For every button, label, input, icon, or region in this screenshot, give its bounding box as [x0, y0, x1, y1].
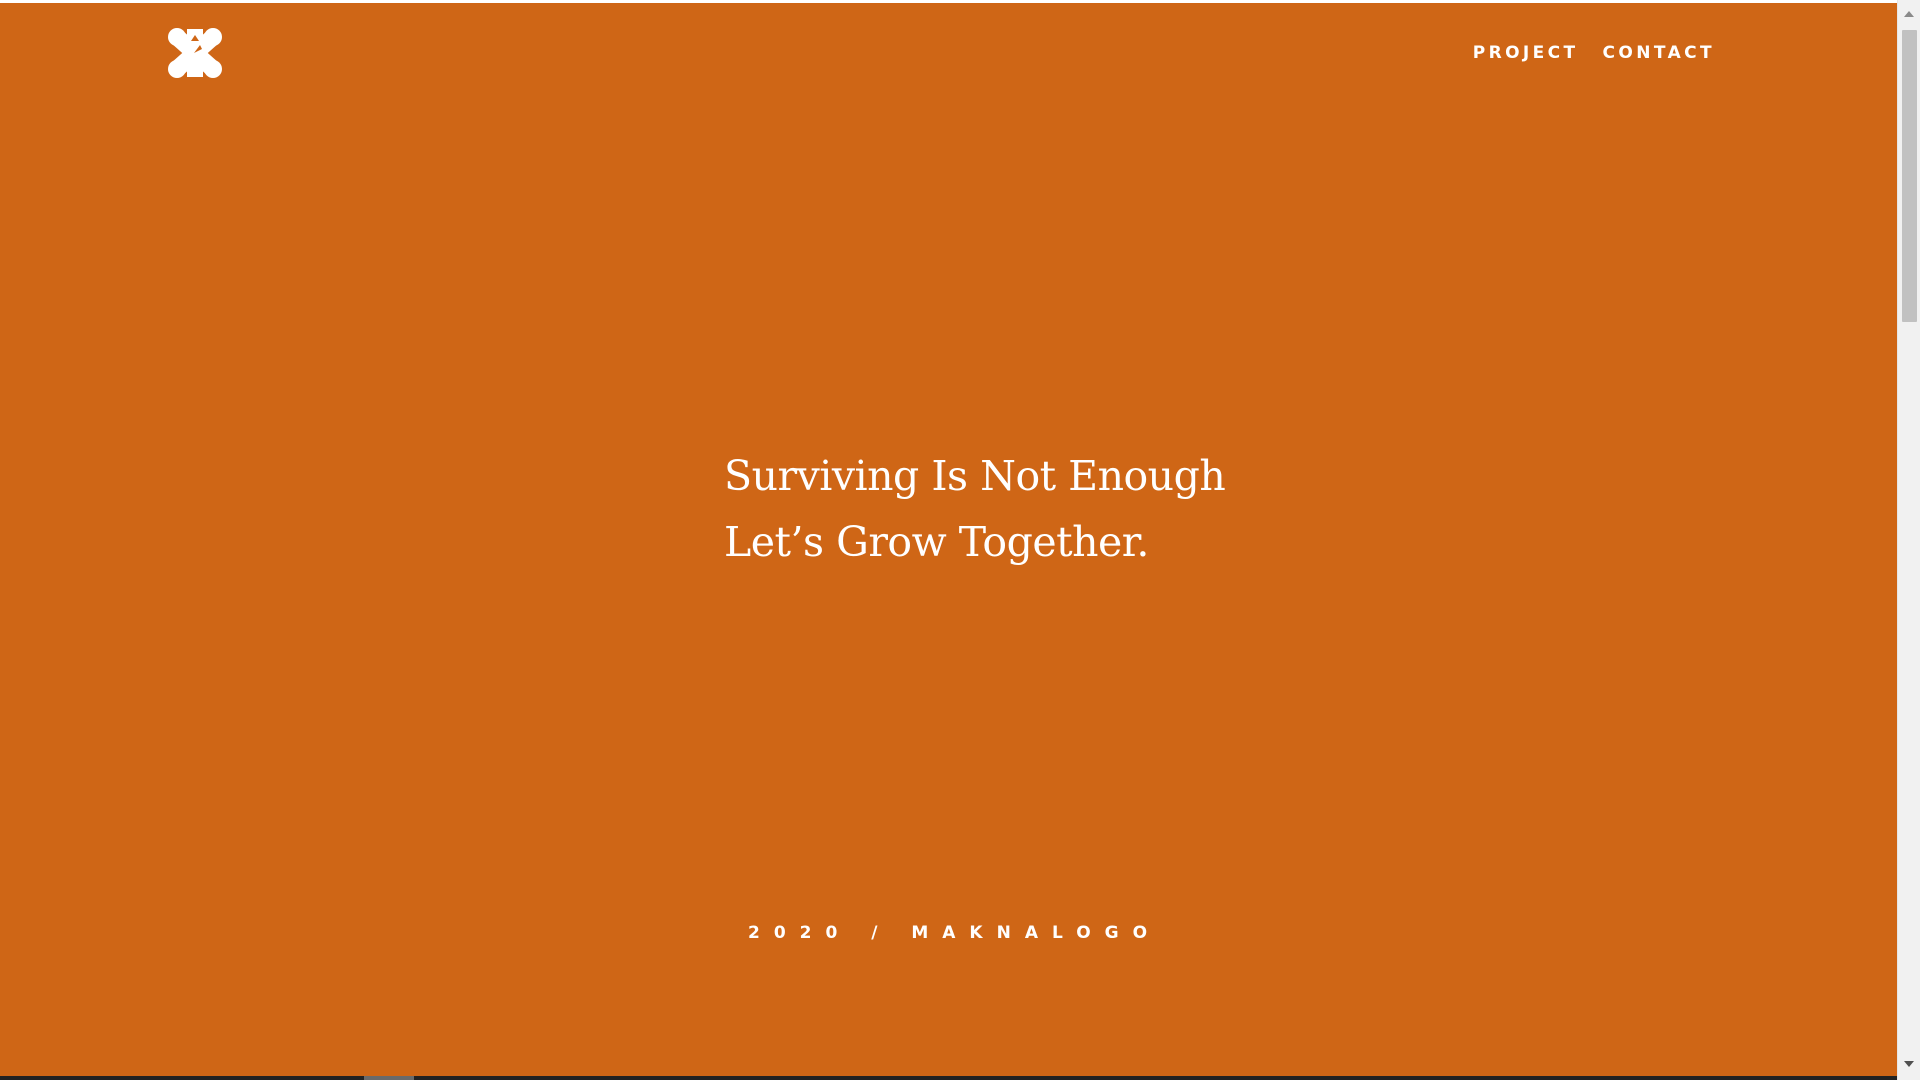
nav-link-contact[interactable]: CONTACT	[1603, 41, 1715, 65]
hero-line-2: Let’s Grow Together.	[724, 518, 1149, 566]
main-nav: PROJECT CONTACT	[1473, 41, 1715, 65]
arrow-up-icon	[1904, 11, 1914, 17]
site-logo[interactable]	[167, 27, 223, 79]
scroll-up-button[interactable]	[1898, 4, 1920, 24]
landing-page: PROJECT CONTACT Surviving Is Not Enough …	[0, 3, 1897, 1076]
hero-heading: Surviving Is Not Enough Let’s Grow Toget…	[724, 443, 1324, 575]
vertical-scrollbar[interactable]	[1897, 0, 1920, 1080]
browser-viewport: PROJECT CONTACT Surviving Is Not Enough …	[0, 0, 1920, 1080]
nav-link-project[interactable]: PROJECT	[1473, 41, 1579, 65]
top-edge	[0, 0, 1897, 3]
scroll-down-button[interactable]	[1898, 1054, 1920, 1074]
scrollbar-thumb[interactable]	[1902, 30, 1917, 322]
horizontal-scrollbar[interactable]	[0, 1076, 1897, 1080]
year-brand-tag: 2020 / MAKNALOGO	[748, 923, 1162, 943]
arrow-down-icon	[1904, 1061, 1914, 1067]
mx-monogram-icon	[168, 28, 222, 78]
horizontal-scrollbar-thumb[interactable]	[364, 1076, 414, 1080]
hero-line-1: Surviving Is Not Enough	[724, 452, 1226, 500]
